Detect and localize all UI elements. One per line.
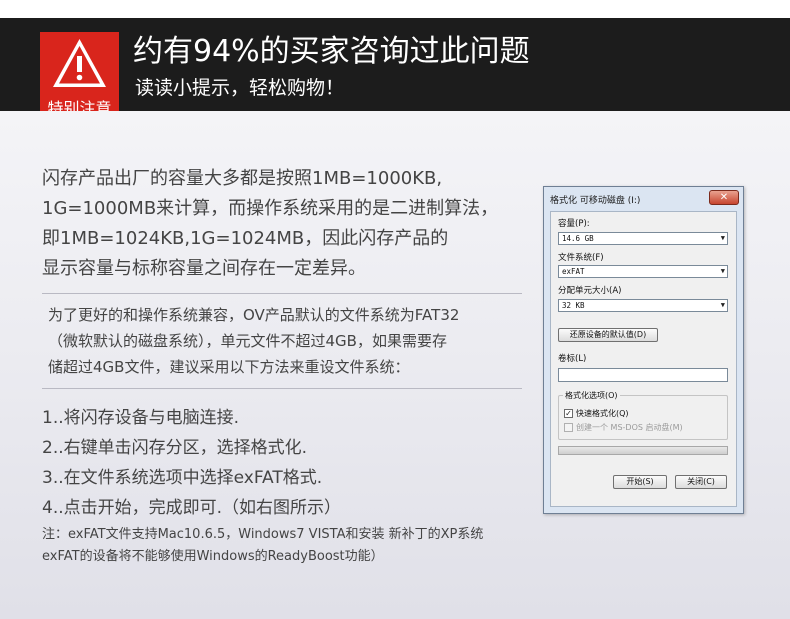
quick-format-label: 快速格式化(Q) (576, 409, 629, 418)
format-progress-bar (558, 446, 728, 455)
chevron-down-icon: ▼ (720, 301, 725, 309)
step-item: 4..点击开始，完成即可.（如右图所示） (42, 498, 342, 518)
dialog-close-icon[interactable]: ✕ (709, 190, 739, 205)
divider (42, 293, 522, 294)
intro-line: 闪存产品出厂的容量大多都是按照1MB=1000KB, (42, 168, 443, 189)
step-item: 2..右键单击闪存分区，选择格式化. (42, 438, 308, 458)
dialog-body: 容量(P): 14.6 GB ▼ 文件系统(F) exFAT ▼ 分配单元大小(… (550, 211, 737, 507)
dialog-title: 格式化 可移动磁盘 (I:) (550, 196, 641, 206)
chevron-down-icon: ▼ (720, 267, 725, 275)
start-button[interactable]: 开始(S) (613, 475, 667, 489)
divider (42, 388, 522, 389)
advice-line: 为了更好的和操作系统兼容，OV产品默认的文件系统为FAT32 (48, 306, 460, 324)
quick-format-checkbox[interactable]: ✓ (564, 409, 573, 418)
intro-line: 即1MB=1024KB,1G=1024MB，因此闪存产品的 (42, 228, 449, 249)
page-subtitle: 读读小提示，轻松购物！ (135, 77, 345, 99)
warning-badge: 特别注意 (40, 32, 119, 122)
filesystem-label: 文件系统(F) (558, 253, 604, 263)
page-title: 约有94%的买家咨询过此问题 (133, 34, 530, 69)
intro-line: 1G=1000MB来计算，而操作系统采用的是二进制算法， (42, 198, 499, 219)
allocation-label: 分配单元大小(A) (558, 286, 622, 296)
allocation-value: 32 KB (562, 301, 585, 310)
advice-line: 储超过4GB文件，建议采用以下方法来重设文件系统： (48, 358, 410, 376)
allocation-select[interactable]: 32 KB ▼ (558, 299, 728, 312)
capacity-value: 14.6 GB (562, 234, 594, 243)
step-item: 1..将闪存设备与电脑连接. (42, 408, 240, 428)
warning-triangle-icon (53, 39, 106, 87)
capacity-label: 容量(P): (558, 219, 590, 229)
chevron-down-icon: ▼ (720, 234, 725, 242)
advice-line: （微软默认的磁盘系统），单元文件不超过4GB，如果需要存 (48, 332, 447, 350)
steps-list: 1..将闪存设备与电脑连接. 2..右键单击闪存分区，选择格式化. 3..在文件… (42, 403, 522, 523)
close-button[interactable]: 关闭(C) (675, 475, 727, 489)
volume-input[interactable] (558, 368, 728, 382)
footnote: 注：exFAT文件支持Mac10.6.5，Windows7 VISTA和安装 新… (42, 524, 562, 568)
note-line: 注：exFAT文件支持Mac10.6.5，Windows7 VISTA和安装 新… (42, 527, 484, 542)
intro-paragraph: 闪存产品出厂的容量大多都是按照1MB=1000KB, 1G=1000MB来计算，… (42, 164, 542, 284)
filesystem-value: exFAT (562, 267, 585, 276)
restore-defaults-button[interactable]: 还原设备的默认值(D) (558, 328, 658, 342)
format-options-group: 格式化选项(O) ✓ 快速格式化(Q) 创建一个 MS-DOS 启动盘(M) (558, 390, 728, 440)
advice-paragraph: 为了更好的和操作系统兼容，OV产品默认的文件系统为FAT32 （微软默认的磁盘系… (48, 302, 528, 380)
volume-label: 卷标(L) (558, 354, 587, 364)
filesystem-select[interactable]: exFAT ▼ (558, 265, 728, 278)
msdos-checkbox[interactable] (564, 423, 573, 432)
step-item: 3..在文件系统选项中选择exFAT格式. (42, 468, 323, 488)
intro-line: 显示容量与标称容量之间存在一定差异。 (42, 258, 366, 279)
format-options-label: 格式化选项(O) (563, 390, 620, 401)
msdos-label: 创建一个 MS-DOS 启动盘(M) (576, 423, 683, 432)
format-dialog: 格式化 可移动磁盘 (I:) ✕ 容量(P): 14.6 GB ▼ 文件系统(F… (543, 186, 744, 514)
note-line: exFAT的设备将不能够使用Windows的ReadyBoost功能） (42, 549, 384, 564)
capacity-select[interactable]: 14.6 GB ▼ (558, 232, 728, 245)
